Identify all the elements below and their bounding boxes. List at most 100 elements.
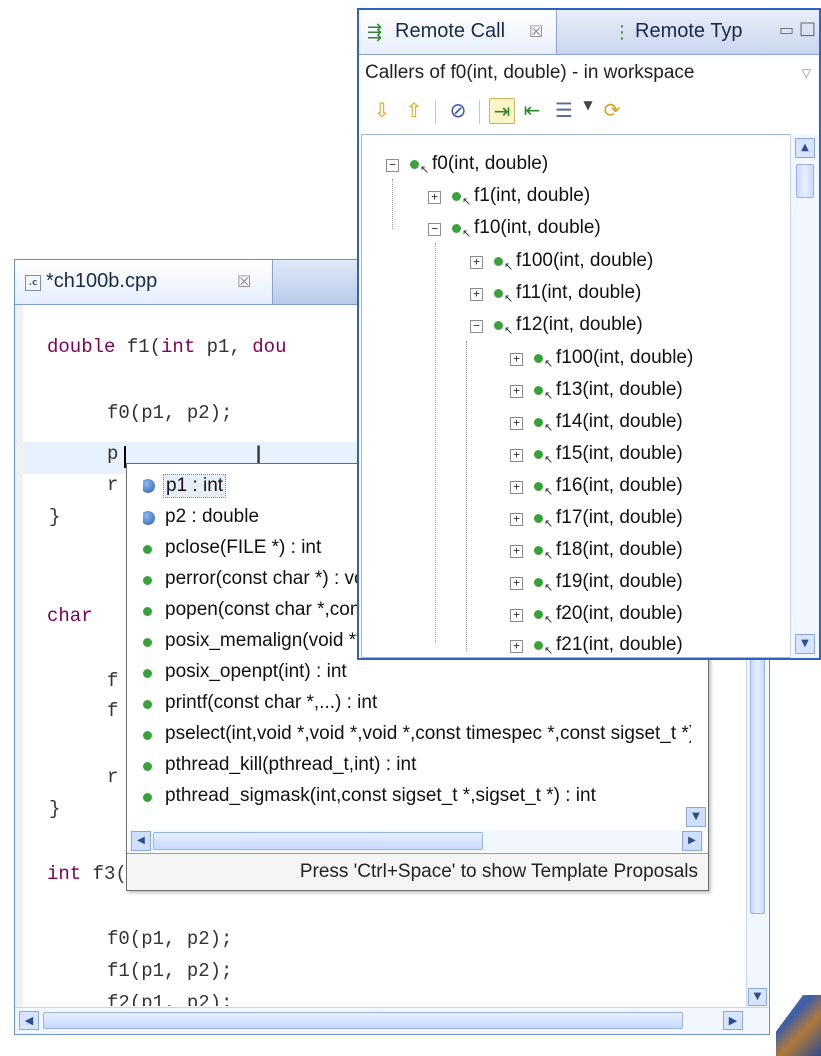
maximize-icon[interactable]: □ — [799, 18, 816, 39]
scroll-down-icon[interactable]: ▼ — [748, 988, 767, 1006]
tab-title: *ch100b.cpp — [46, 270, 158, 292]
editor-horizontal-scrollbar[interactable]: ◀ ▶ — [15, 1007, 769, 1034]
function-icon — [143, 638, 152, 647]
code-line: f1(p1, p2); — [107, 960, 233, 982]
expand-icon[interactable]: + — [470, 288, 483, 301]
tree-vertical-scrollbar[interactable]: ▲ ▼ — [790, 134, 819, 658]
call-arrow-icon: ↖ — [504, 292, 514, 305]
expand-down-icon[interactable]: ⇩ — [369, 98, 395, 124]
collapse-icon[interactable]: − — [386, 159, 399, 172]
local-variable-icon — [143, 479, 155, 493]
code-line: p — [107, 443, 119, 465]
call-hierarchy-icon: ⇶ — [367, 22, 383, 43]
function-icon — [143, 793, 152, 802]
proposal-item[interactable]: printf(const char *,...) : int — [143, 690, 683, 720]
proposal-item[interactable]: pselect(int,void *,void *,void *,const t… — [143, 721, 691, 751]
proposal-item[interactable]: pthread_sigmask(int,const sigset_t *,sig… — [143, 783, 679, 813]
scroll-up-icon[interactable]: ▲ — [795, 138, 815, 158]
scroll-down-icon[interactable]: ▼ — [795, 634, 815, 654]
call-arrow-icon: ↖ — [544, 485, 554, 498]
tab-remote-call[interactable]: ⇶ Remote Call ☒ — [359, 10, 557, 54]
remote-call-hierarchy-view[interactable]: ⇶ Remote Call ☒ ⋮ Remote Typ ▭ □ Callers… — [357, 8, 821, 660]
expand-icon[interactable]: + — [510, 449, 523, 462]
call-tree[interactable]: − ↖ f0(int, double) + ↖ f1(int, double) … — [361, 134, 790, 658]
show-callees-icon[interactable]: ⇤ — [519, 98, 545, 124]
proposal-item[interactable]: posix_openpt(int) : int — [143, 659, 683, 689]
close-tab-icon[interactable]: ☒ — [529, 22, 543, 41]
function-icon — [534, 354, 543, 363]
collapse-icon[interactable]: − — [428, 223, 441, 236]
tree-guide-line — [466, 341, 467, 651]
expand-icon[interactable]: + — [510, 353, 523, 366]
assist-status-bar: Press 'Ctrl+Space' to show Template Prop… — [127, 853, 708, 890]
view-menu-icon[interactable]: ▽ — [802, 66, 811, 80]
refresh-icon[interactable]: ⟳ — [599, 98, 625, 124]
proposal-horizontal-scrollbar[interactable]: ◀ ▶ — [129, 830, 704, 852]
collapse-up-icon[interactable]: ⇧ — [401, 98, 427, 124]
expand-icon[interactable]: + — [510, 513, 523, 526]
function-icon — [143, 731, 152, 740]
cpp-file-icon: .c — [25, 275, 41, 291]
tree-guide-line — [435, 243, 436, 643]
editor-gutter — [15, 305, 23, 1008]
expand-icon[interactable]: + — [428, 191, 441, 204]
function-icon — [534, 641, 543, 650]
call-arrow-icon: ↖ — [462, 195, 472, 208]
expand-icon[interactable]: + — [510, 640, 523, 653]
function-icon — [534, 482, 543, 491]
scroll-down-icon[interactable]: ▼ — [686, 807, 706, 827]
view-tab-bar: ⇶ Remote Call ☒ ⋮ Remote Typ ▭ □ — [359, 10, 819, 55]
toolbar-separator — [479, 100, 480, 124]
function-icon — [143, 700, 152, 709]
scroll-thumb[interactable] — [43, 1012, 683, 1029]
expand-icon[interactable]: + — [510, 545, 523, 558]
scroll-left-icon[interactable]: ◀ — [19, 1011, 39, 1030]
code-line: f0(p1, p2); — [107, 402, 233, 424]
proposal-item[interactable]: pclose(FILE *) : int — [143, 535, 359, 565]
template-proposals-hint: Press 'Ctrl+Space' to show Template Prop… — [299, 861, 698, 882]
expand-icon[interactable]: + — [510, 417, 523, 430]
code-line: f2(p1, p2); — [107, 992, 233, 1006]
scroll-left-icon[interactable]: ◀ — [131, 831, 151, 851]
function-icon — [534, 450, 543, 459]
function-icon — [534, 418, 543, 427]
call-arrow-icon: ↖ — [544, 389, 554, 402]
scroll-thumb[interactable] — [153, 832, 483, 850]
code-line: r — [107, 474, 119, 496]
type-hierarchy-icon: ⋮ — [613, 22, 631, 43]
expand-icon[interactable]: + — [510, 481, 523, 494]
close-tab-icon[interactable]: ☒ — [237, 272, 251, 291]
scroll-right-icon[interactable]: ▶ — [682, 831, 702, 851]
scroll-thumb[interactable] — [796, 164, 814, 198]
code-line: f0(p1, p2); — [107, 928, 233, 950]
call-arrow-icon: ↖ — [544, 613, 554, 626]
show-callers-icon[interactable]: ⇥ — [489, 98, 515, 124]
scroll-right-icon[interactable]: ▶ — [723, 1011, 743, 1030]
background-graphic — [776, 995, 821, 1056]
call-arrow-icon: ↖ — [544, 581, 554, 594]
dropdown-icon[interactable]: ▼ — [575, 98, 601, 124]
code-line: } — [49, 506, 61, 528]
history-icon[interactable]: ☰ — [551, 98, 577, 124]
expand-icon[interactable]: + — [510, 609, 523, 622]
code-line: r — [107, 766, 119, 788]
call-arrow-icon: ↖ — [504, 260, 514, 273]
collapse-icon[interactable]: − — [470, 320, 483, 333]
function-icon — [494, 289, 503, 298]
code-line: f — [107, 700, 119, 722]
function-icon — [534, 514, 543, 523]
expand-icon[interactable]: + — [510, 577, 523, 590]
scroll-thumb[interactable] — [750, 644, 765, 914]
expand-icon[interactable]: + — [470, 256, 483, 269]
function-icon — [410, 160, 419, 169]
view-toolbar: ⇩ ⇧ ⊘ ⇥ ⇤ ☰ ▼ ⟳ — [367, 94, 807, 132]
proposal-item[interactable]: pthread_kill(pthread_t,int) : int — [143, 752, 691, 782]
expand-icon[interactable]: + — [510, 385, 523, 398]
proposal-item[interactable]: popen(const char *,const char *) : FILE … — [143, 597, 359, 627]
proposal-item[interactable]: posix_memalign(void **,size_t,size_t) : … — [143, 628, 359, 658]
minimize-icon[interactable]: ▭ — [779, 20, 794, 39]
cancel-search-icon[interactable]: ⊘ — [445, 98, 471, 124]
tab-ch100b-cpp[interactable]: .c *ch100b.cpp ☒ — [15, 260, 273, 304]
proposal-item[interactable]: perror(const char *) : void — [143, 566, 359, 596]
call-arrow-icon: ↖ — [420, 163, 430, 176]
